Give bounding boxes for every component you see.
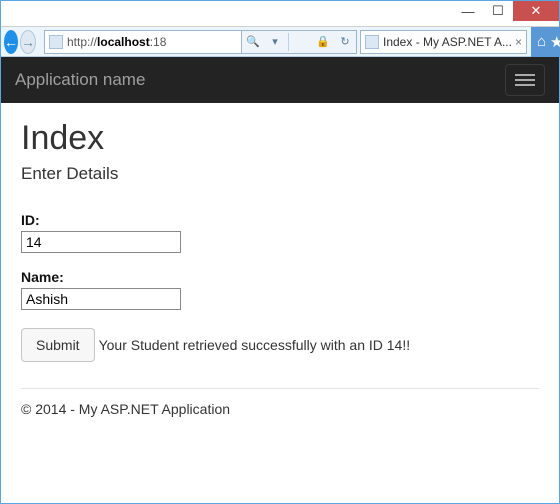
page-icon: [49, 35, 63, 49]
submit-button[interactable]: Submit: [21, 328, 95, 362]
compat-lock-icon[interactable]: 🔒: [312, 35, 334, 48]
back-button[interactable]: ←: [4, 30, 18, 54]
tab-close-icon[interactable]: ×: [515, 35, 522, 49]
forward-button[interactable]: →: [20, 30, 36, 54]
address-bar[interactable]: http://localhost:18: [44, 30, 242, 54]
footer-text: © 2014 - My ASP.NET Application: [21, 401, 539, 417]
search-icon[interactable]: 🔍: [242, 35, 264, 48]
browser-right-controls: ⌂ ★ ⚙: [531, 27, 560, 57]
app-brand[interactable]: Application name: [15, 70, 145, 90]
tab-favicon: [365, 35, 379, 49]
menu-toggle-button[interactable]: [505, 64, 545, 96]
app-navbar: Application name: [1, 57, 559, 103]
address-controls: 🔍 ▾ 🔒 ↻: [242, 30, 357, 54]
id-label: ID:: [21, 212, 539, 228]
home-icon[interactable]: ⌂: [537, 33, 546, 50]
browser-window: — ☐ ✕ ← → http://localhost:18 🔍 ▾ 🔒 ↻ In…: [0, 0, 560, 504]
hamburger-icon: [515, 74, 535, 76]
window-maximize-button[interactable]: ☐: [483, 1, 513, 21]
name-label: Name:: [21, 269, 539, 285]
submit-row: Submit Your Student retrieved successful…: [21, 328, 539, 362]
window-titlebar: — ☐ ✕: [1, 1, 559, 27]
address-text: http://localhost:18: [67, 35, 237, 49]
separator: [288, 33, 310, 51]
url-dropdown-icon[interactable]: ▾: [264, 35, 286, 48]
name-input[interactable]: [21, 288, 181, 310]
page-subtitle: Enter Details: [21, 164, 539, 184]
page-content: Index Enter Details ID: Name: Submit You…: [1, 103, 559, 435]
result-message: Your Student retrieved successfully with…: [99, 337, 411, 353]
tab-title: Index - My ASP.NET A...: [383, 35, 512, 49]
refresh-icon[interactable]: ↻: [334, 35, 356, 48]
window-minimize-button[interactable]: —: [453, 1, 483, 21]
browser-toolbar: ← → http://localhost:18 🔍 ▾ 🔒 ↻ Index - …: [1, 27, 559, 57]
divider: [21, 388, 539, 389]
id-input[interactable]: [21, 231, 181, 253]
window-close-button[interactable]: ✕: [513, 1, 559, 21]
page-title: Index: [21, 119, 539, 158]
favorites-icon[interactable]: ★: [550, 33, 560, 51]
browser-tab[interactable]: Index - My ASP.NET A... ×: [360, 30, 527, 54]
page-viewport: Application name Index Enter Details ID:…: [1, 57, 559, 503]
